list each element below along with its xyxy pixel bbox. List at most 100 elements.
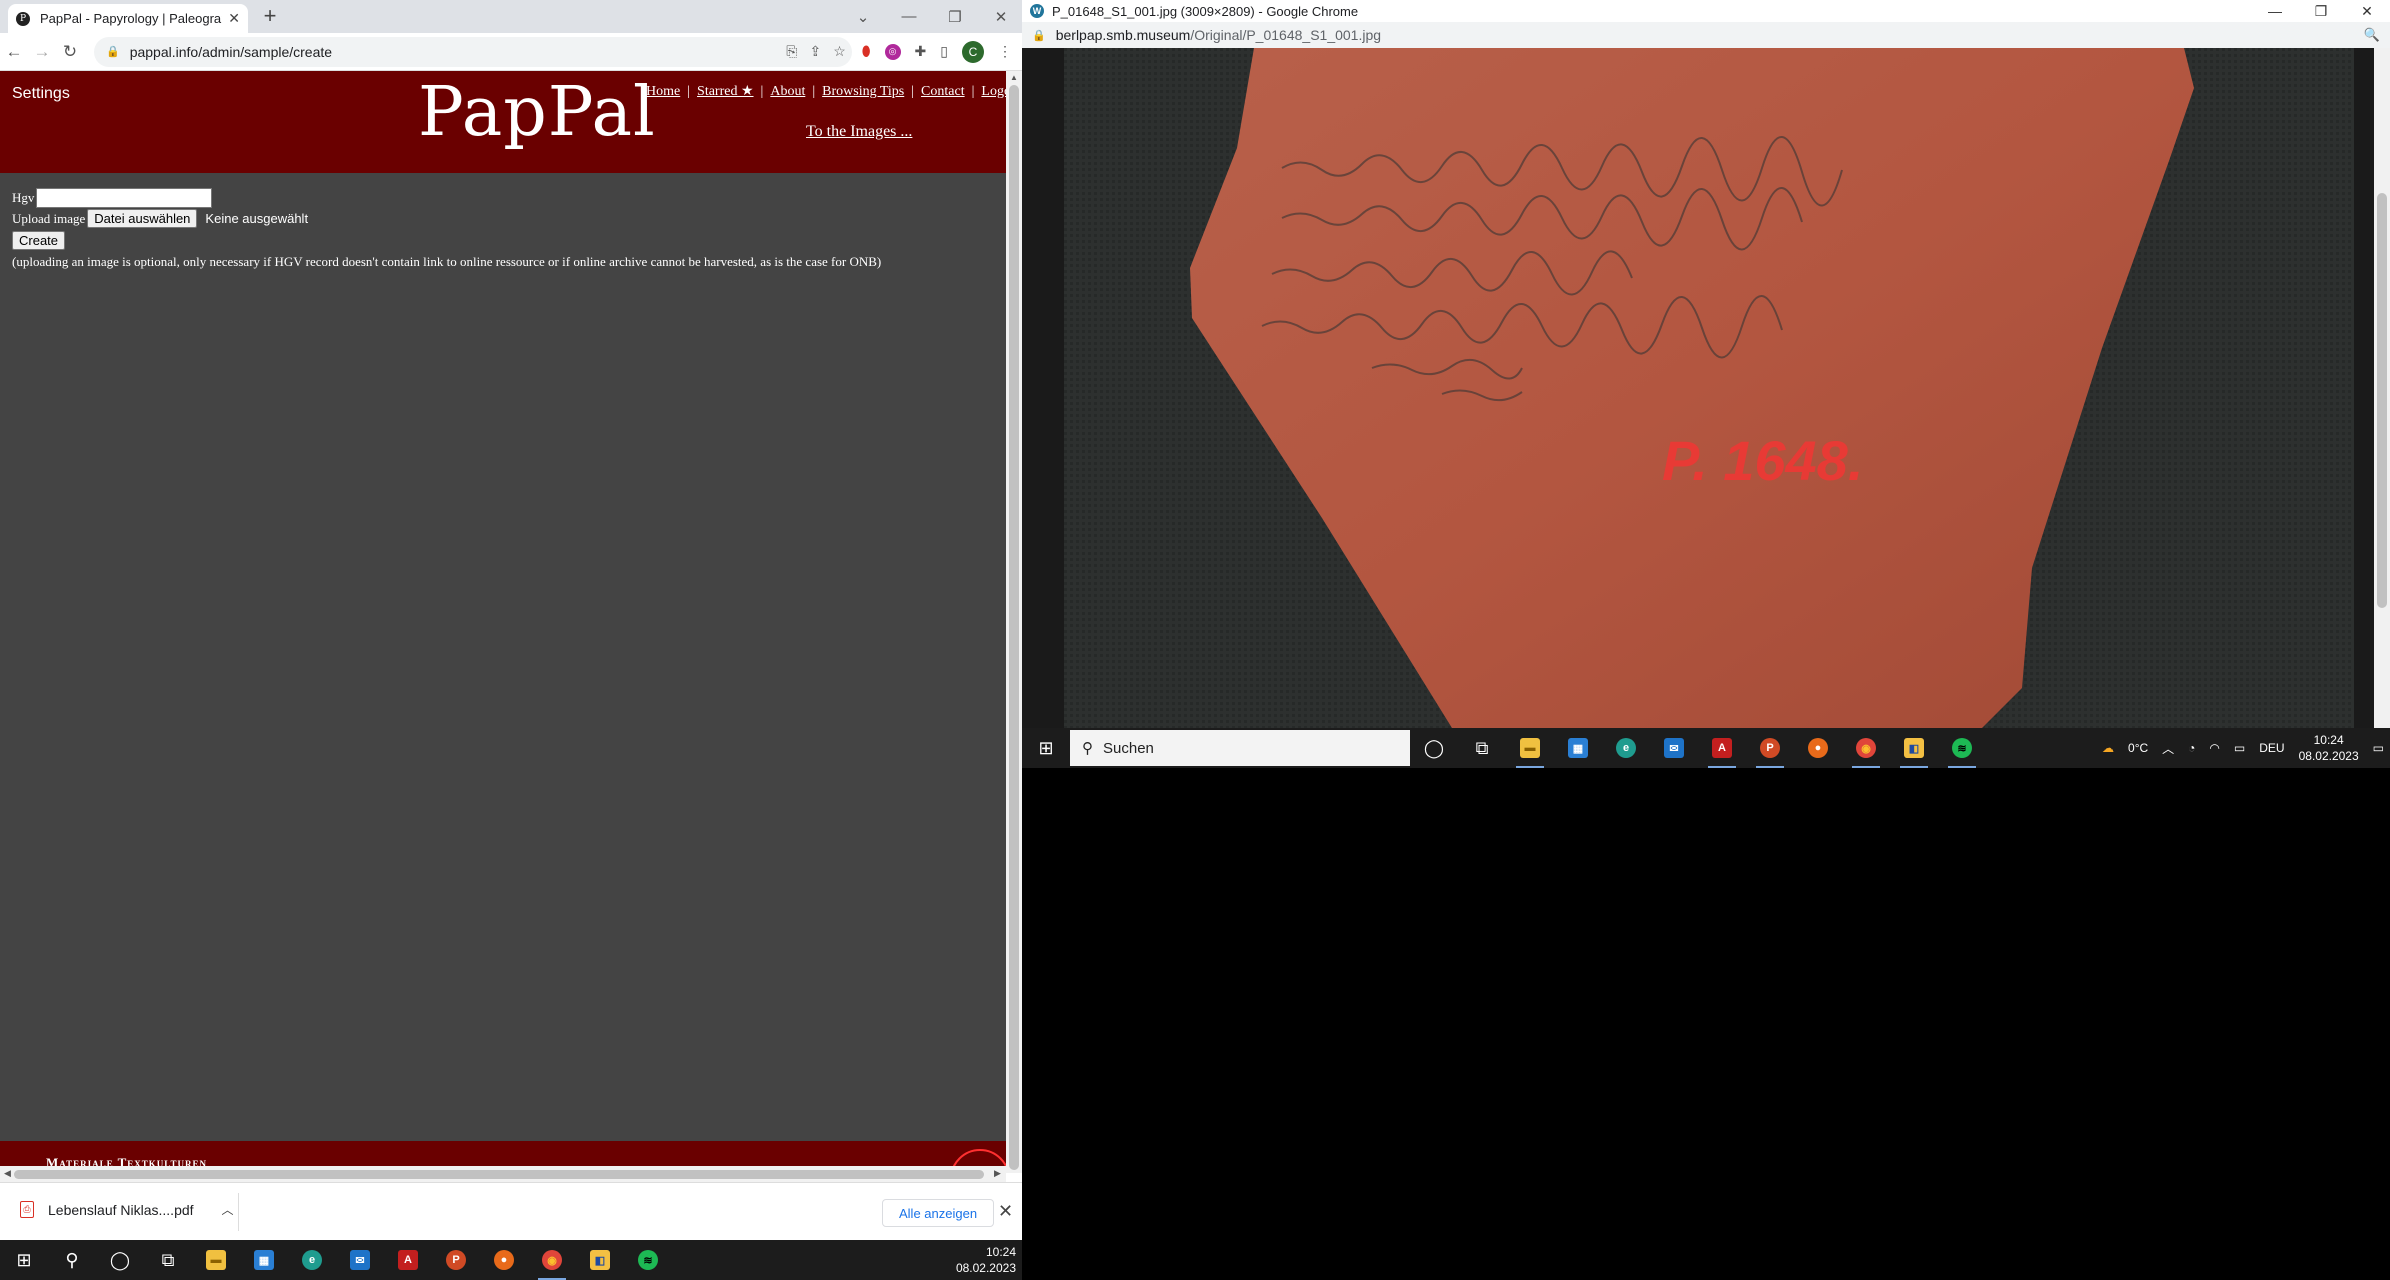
share-icon[interactable]: ⇪ — [809, 43, 821, 60]
right-address-bar[interactable]: 🔒 berlpap.smb.museum /Original/P_01648_S… — [1022, 22, 2390, 48]
right-title-bar: W P_01648_S1_001.jpg (3009×2809) - Googl… — [1022, 0, 2390, 22]
edge-icon[interactable]: e — [1602, 728, 1650, 768]
address-url: pappal.info/admin/sample/create — [129, 43, 333, 60]
profile-avatar[interactable]: C — [962, 40, 984, 63]
choose-file-button[interactable]: Datei auswählen — [87, 209, 198, 228]
task-view-icon[interactable]: ⧉ — [144, 1240, 192, 1280]
start-windows-icon[interactable]: ⊞ — [1022, 728, 1070, 768]
address-bar[interactable]: 🔒 pappal.info/admin/sample/create ⎘ ⇪ ☆ — [94, 36, 852, 67]
vertical-scrollbar[interactable]: ▲ — [1006, 71, 1022, 1173]
translate-icon[interactable]: ⎘ — [786, 43, 797, 60]
mail-icon[interactable]: ✉ — [336, 1240, 384, 1280]
wifi-icon[interactable]: ◠ — [2209, 741, 2219, 755]
site-header: Settings PapPal Home | Starred ★ | About | Bro… — [0, 71, 1006, 173]
minimize-icon[interactable]: — — [2252, 3, 2298, 20]
to-images-link[interactable]: To the Images ... — [806, 123, 912, 141]
powerpoint-icon[interactable]: P — [432, 1240, 480, 1280]
bookmark-star-icon[interactable]: ☆ — [833, 43, 846, 60]
nav-browsing-tips[interactable]: Browsing Tips — [822, 84, 904, 99]
extension-red-icon[interactable]: ⬮ — [862, 43, 871, 60]
close-window-icon[interactable]: ✕ — [2344, 3, 2390, 20]
vertical-scroll-thumb[interactable] — [1009, 85, 1019, 1170]
pappal-favicon-icon: P — [16, 11, 30, 26]
taskbar-search-box[interactable]: ⚲ Suchen — [1070, 730, 1410, 766]
weather-icon[interactable]: ☁ — [2102, 741, 2114, 755]
close-download-bar-icon[interactable]: ✕ — [998, 1201, 1013, 1222]
show-all-downloads-button[interactable]: Alle anzeigen — [882, 1199, 995, 1227]
scroll-right-icon[interactable]: ▶ — [994, 1168, 1001, 1179]
nav-about[interactable]: About — [770, 84, 805, 99]
new-tab-button[interactable]: + — [258, 3, 282, 28]
battery-icon[interactable]: ▭ — [2234, 741, 2245, 755]
scroll-up-icon[interactable]: ▲ — [1010, 73, 1018, 82]
restore-icon[interactable]: ❐ — [2298, 3, 2344, 20]
cortana-icon[interactable]: ◯ — [96, 1240, 144, 1280]
reload-icon[interactable]: ↻ — [56, 42, 84, 62]
file-explorer-icon[interactable]: ▬ — [192, 1240, 240, 1280]
start-windows-icon[interactable]: ⊞ — [0, 1240, 48, 1280]
acrobat-icon[interactable]: A — [1698, 728, 1746, 768]
language-indicator[interactable]: DEU — [2259, 741, 2284, 755]
spotify-icon[interactable]: ≋ — [1938, 728, 1986, 768]
minimize-icon[interactable]: — — [886, 8, 932, 25]
right-scroll-thumb[interactable] — [2377, 193, 2387, 608]
spotify-icon[interactable]: ≋ — [624, 1240, 672, 1280]
scroll-left-icon[interactable]: ◀ — [4, 1168, 11, 1179]
nav-home[interactable]: Home — [646, 84, 680, 99]
download-item[interactable]: ⎙ Lebenslauf Niklas....pdf ︿ — [20, 1201, 234, 1218]
extensions-puzzle-icon[interactable]: ✚ — [915, 43, 927, 60]
notification-icon[interactable]: ▭ — [2373, 741, 2384, 755]
chrome-icon[interactable]: ◉ — [1842, 728, 1890, 768]
chevron-up-icon[interactable]: ︿ — [2162, 740, 2174, 757]
menu-kebab-icon[interactable]: ⋮ — [998, 43, 1012, 60]
right-vertical-scrollbar[interactable] — [2374, 48, 2390, 728]
file-explorer-icon[interactable]: ▬ — [1506, 728, 1554, 768]
hgv-input[interactable] — [36, 187, 213, 208]
cortana-icon[interactable]: ◯ — [1410, 728, 1458, 768]
edge-icon[interactable]: e — [288, 1240, 336, 1280]
create-sample-form: Hgv Upload image Datei auswählen Keine a… — [12, 187, 881, 270]
back-icon[interactable]: ← — [0, 42, 28, 62]
hgv-row: Hgv — [12, 187, 881, 208]
ostracon-image[interactable]: P. 1648. — [1022, 48, 2374, 728]
tab-search-icon[interactable]: ⌄ — [840, 8, 886, 26]
nav-contact[interactable]: Contact — [921, 84, 965, 99]
files-icon[interactable]: ◧ — [576, 1240, 624, 1280]
lock-icon: 🔒 — [1032, 29, 1046, 42]
search-icon[interactable]: ⚲ — [48, 1240, 96, 1280]
extension-purple-icon[interactable]: ◎ — [884, 43, 901, 60]
lock-icon[interactable]: 🔒 — [106, 45, 120, 58]
nav-starred[interactable]: Starred ★ — [697, 84, 753, 99]
horizontal-scrollbar[interactable]: ◀ ▶ — [0, 1166, 1006, 1182]
clock-right[interactable]: 10:24 08.02.2023 — [2299, 732, 2359, 764]
weather-temp[interactable]: 0°C — [2128, 741, 2148, 755]
create-button[interactable]: Create — [12, 231, 66, 250]
task-view-icon[interactable]: ⧉ — [1458, 728, 1506, 768]
horizontal-scroll-thumb[interactable] — [14, 1170, 984, 1179]
restore-icon[interactable]: ❐ — [932, 8, 978, 26]
store-icon[interactable]: ▦ — [1554, 728, 1602, 768]
settings-link[interactable]: Settings — [12, 85, 70, 103]
firefox-icon[interactable]: ● — [1794, 728, 1842, 768]
site-logo[interactable]: PapPal — [418, 73, 656, 152]
network-icon[interactable]: ◔ — [2188, 741, 2195, 755]
taskbar-right-screen: ⊞ ⚲ Suchen ◯ ⧉ ▬ ▦ e ✉ A P ● ◉ ◧ ≋ ☁ 0°C… — [1022, 728, 2390, 768]
window-controls: ⌄ — ❐ ✕ — [840, 0, 1024, 33]
zoom-icon[interactable]: 🔍 — [2364, 27, 2390, 43]
side-panel-icon[interactable]: ▯ — [940, 43, 948, 60]
forward-icon[interactable]: → — [28, 42, 56, 62]
store-icon[interactable]: ▦ — [240, 1240, 288, 1280]
acrobat-icon[interactable]: A — [384, 1240, 432, 1280]
clock-left[interactable]: 10:24 08.02.2023 — [956, 1244, 1022, 1276]
tab-pappal[interactable]: P PapPal - Papyrology | Paleograph ✕ — [8, 4, 248, 33]
close-window-icon[interactable]: ✕ — [978, 8, 1024, 26]
powerpoint-icon[interactable]: P — [1746, 728, 1794, 768]
chrome-icon[interactable]: ◉ — [528, 1240, 576, 1280]
close-tab-icon[interactable]: ✕ — [228, 10, 240, 27]
files-icon[interactable]: ◧ — [1890, 728, 1938, 768]
upload-note: (uploading an image is optional, only ne… — [12, 254, 882, 269]
chevron-up-icon[interactable]: ︿ — [222, 1201, 234, 1218]
firefox-icon[interactable]: ● — [480, 1240, 528, 1280]
nav-logout[interactable]: Logout — [981, 84, 1006, 99]
mail-icon[interactable]: ✉ — [1650, 728, 1698, 768]
